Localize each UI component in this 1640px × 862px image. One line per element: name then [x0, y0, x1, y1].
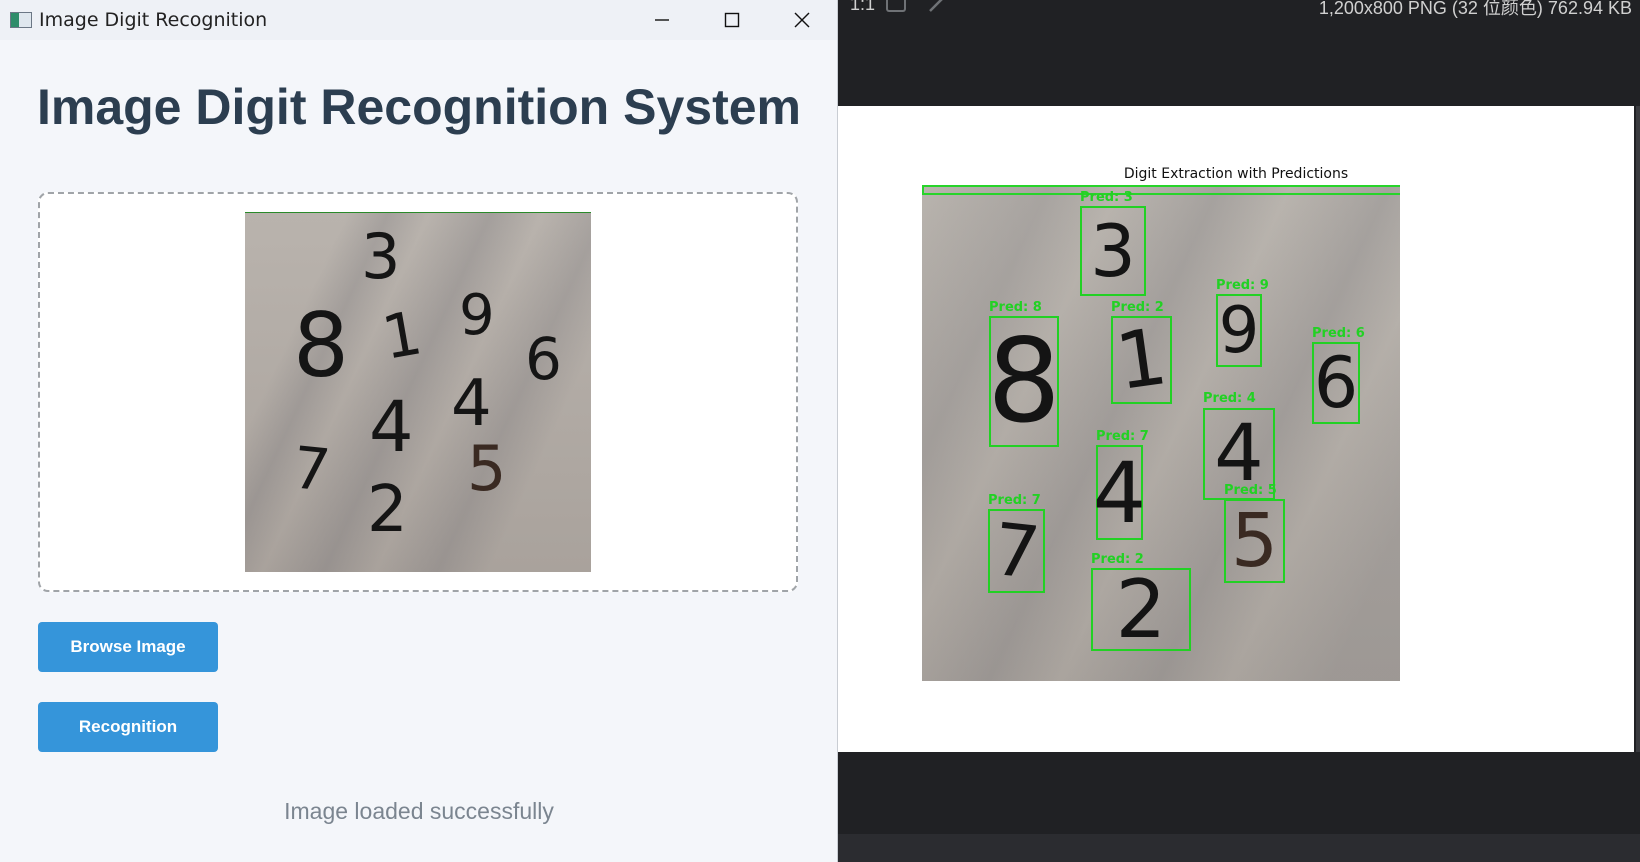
detected-digit: 8: [987, 313, 1061, 449]
zoom-level[interactable]: 1:1: [850, 0, 875, 15]
detected-digit: 1: [1110, 311, 1173, 409]
detected-digit: 7: [989, 506, 1044, 596]
preview-digit: 4: [451, 367, 492, 441]
detection-box: 2: [1091, 568, 1191, 651]
viewer-status-strip: [838, 834, 1640, 862]
minimize-icon: [655, 19, 669, 21]
preview-digit: 9: [459, 283, 495, 348]
prediction-label: Pred: 4: [1203, 391, 1256, 406]
close-button[interactable]: [767, 0, 837, 40]
detected-digit: 5: [1230, 498, 1279, 584]
detection-box: 6: [1312, 342, 1360, 424]
window-controls: [627, 0, 837, 40]
maximize-icon: [724, 12, 740, 28]
file-info: 1,200x800 PNG (32 位颜色) 762.94 KB: [1318, 0, 1632, 18]
edit-icon[interactable]: [926, 0, 948, 12]
recognition-button[interactable]: Recognition: [38, 702, 218, 752]
detected-digit: 9: [1218, 293, 1260, 368]
prediction-label: Pred: 2: [1091, 552, 1144, 567]
detected-digit: 3: [1090, 209, 1136, 293]
figure-title: Digit Extraction with Predictions: [1123, 166, 1349, 182]
detection-box: 3: [1080, 206, 1146, 296]
detection-box: 1: [1111, 312, 1173, 408]
prediction-label: Pred: 8: [989, 300, 1042, 315]
figure-image: 3 Pred: 3 8 Pred: 8 1 Pred: 2 9 Pred: 9 …: [922, 185, 1400, 681]
prediction-label: Pred: 2: [1111, 300, 1164, 315]
detection-box: 9: [1216, 294, 1262, 367]
prediction-label: Pred: 5: [1224, 483, 1277, 498]
minimize-button[interactable]: [627, 0, 697, 40]
image-preview: 3 8 1 9 6 4 4 7 5 2: [245, 212, 591, 572]
preview-digit: 7: [289, 433, 334, 505]
window-title: Image Digit Recognition: [39, 9, 268, 31]
detected-digit: 2: [1115, 562, 1167, 656]
detected-digit: 6: [1313, 342, 1359, 424]
browse-image-button[interactable]: Browse Image: [38, 622, 218, 672]
prediction-label: Pred: 7: [988, 493, 1041, 508]
prediction-label: Pred: 7: [1096, 429, 1149, 444]
detection-box-top: [922, 185, 1400, 195]
fit-window-icon[interactable]: [886, 0, 906, 12]
detected-digit: 4: [1092, 443, 1147, 542]
preview-digit: 3: [361, 220, 401, 293]
viewer-toolbar: 1:1 1,200x800 PNG (32 位颜色) 762.94 KB: [838, 0, 1640, 20]
detection-box: 7: [988, 506, 1045, 596]
app-icon: [10, 12, 32, 28]
image-viewer: 1:1 1,200x800 PNG (32 位颜色) 762.94 KB Dig…: [838, 0, 1640, 862]
prediction-label: Pred: 6: [1312, 326, 1365, 341]
prediction-label: Pred: 9: [1216, 278, 1269, 293]
detection-box: 8: [987, 313, 1061, 449]
detection-box: 4: [1092, 443, 1147, 542]
title-bar[interactable]: Image Digit Recognition: [0, 0, 837, 40]
close-icon: [794, 12, 810, 28]
preview-digit: 8: [293, 294, 349, 397]
viewer-canvas: Digit Extraction with Predictions 3 Pred…: [838, 106, 1634, 752]
preview-digit: 6: [525, 325, 562, 393]
preview-border-line: [245, 212, 591, 213]
app-window: Image Digit Recognition Image Digit Reco…: [0, 0, 838, 862]
preview-digit: 5: [467, 432, 507, 505]
preview-digit: 4: [369, 386, 414, 468]
status-message: Image loaded successfully: [284, 798, 554, 824]
viewer-scrollbar[interactable]: [1636, 106, 1640, 752]
prediction-label: Pred: 3: [1080, 190, 1133, 205]
preview-digit: 2: [367, 473, 408, 547]
page-title: Image Digit Recognition System: [36, 79, 801, 135]
maximize-button[interactable]: [697, 0, 767, 40]
detection-box: 5: [1224, 499, 1285, 583]
